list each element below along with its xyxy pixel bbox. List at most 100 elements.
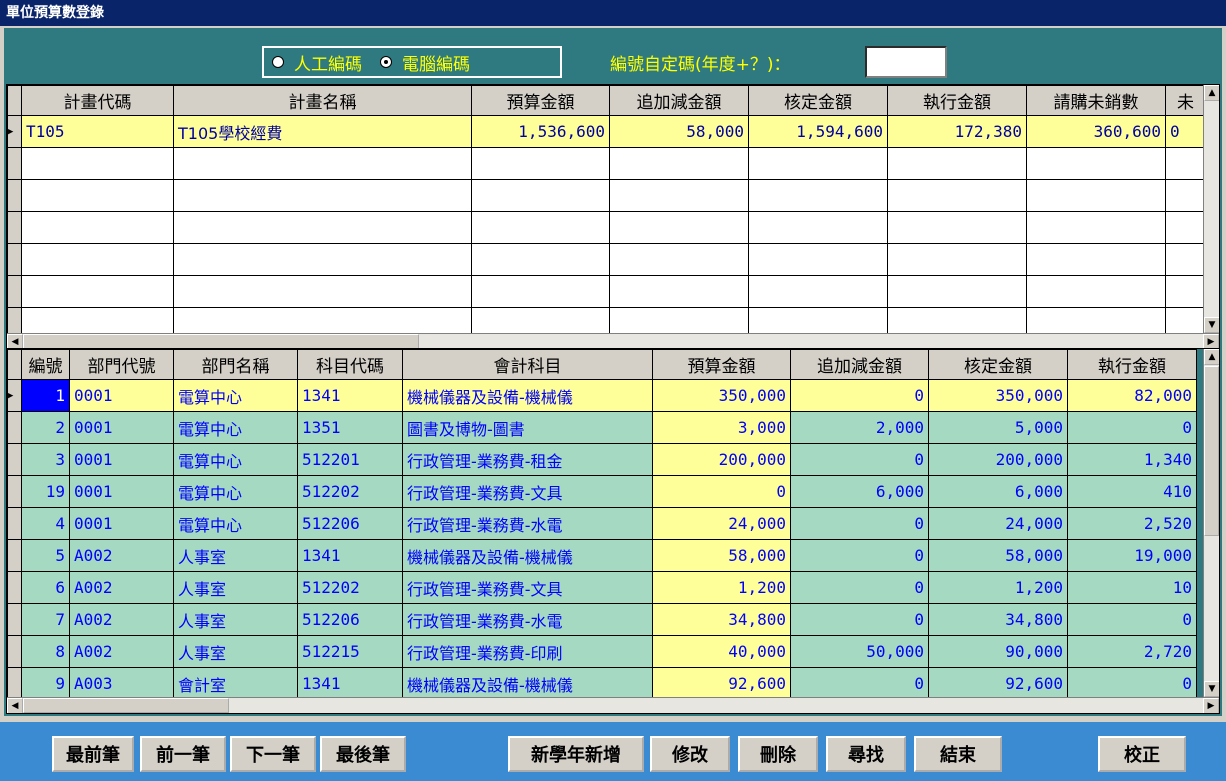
scroll-thumb[interactable] bbox=[23, 698, 229, 713]
cell-budget[interactable]: 92,600 bbox=[652, 667, 791, 700]
empty-row[interactable] bbox=[7, 275, 1206, 308]
scroll-down-icon[interactable]: ▼ bbox=[1204, 317, 1219, 333]
cell-adjustment[interactable]: 0 bbox=[790, 379, 929, 412]
cell-subject-code[interactable]: 1341 bbox=[297, 667, 403, 700]
cell-subject-code[interactable]: 512215 bbox=[297, 635, 403, 668]
cell-approved[interactable]: 58,000 bbox=[928, 539, 1068, 572]
cell-dept-code[interactable]: A002 bbox=[69, 539, 174, 572]
cell-dept-code[interactable]: 0001 bbox=[69, 443, 174, 476]
cell-budget[interactable]: 200,000 bbox=[652, 443, 791, 476]
col-plan-name[interactable]: 計畫名稱 bbox=[173, 85, 472, 116]
cell-budget[interactable]: 3,000 bbox=[652, 411, 791, 444]
cell-executed[interactable]: 2,720 bbox=[1067, 635, 1197, 668]
col-executed[interactable]: 執行金額 bbox=[887, 85, 1027, 116]
table-row[interactable]: ▶ 1 0001 電算中心 1341 機械儀器及設備-機械儀 350,000 0 350,000… bbox=[7, 379, 1197, 412]
cell-account[interactable]: 行政管理-業務費-租金 bbox=[402, 443, 653, 476]
cell-adjustment[interactable]: 0 bbox=[790, 603, 929, 636]
cell-account[interactable]: 機械儀器及設備-機械儀 bbox=[402, 667, 653, 700]
cell-approved[interactable]: 92,600 bbox=[928, 667, 1068, 700]
cell-approved[interactable]: 34,800 bbox=[928, 603, 1068, 636]
cell-plan-code[interactable]: T105 bbox=[21, 115, 174, 148]
col-serial[interactable]: 編號 bbox=[21, 349, 70, 380]
col-executed[interactable]: 執行金額 bbox=[1067, 349, 1197, 380]
cell-dept-code[interactable]: A003 bbox=[69, 667, 174, 700]
cell-budget[interactable]: 34,800 bbox=[652, 603, 791, 636]
cell-budget[interactable]: 350,000 bbox=[652, 379, 791, 412]
cell-dept-name[interactable]: 人事室 bbox=[173, 571, 298, 604]
plans-grid[interactable]: 計畫代碼 計畫名稱 預算金額 追加減金額 核定金額 執行金額 請購未銷數 未 ▶… bbox=[6, 84, 1220, 350]
detail-grid[interactable]: 編號 部門代號 部門名稱 科目代碼 會計科目 預算金額 追加減金額 核定金額 執… bbox=[6, 348, 1220, 714]
cell-account[interactable]: 機械儀器及設備-機械儀 bbox=[402, 539, 653, 572]
cell-budget[interactable]: 24,000 bbox=[652, 507, 791, 540]
cell-dept-code[interactable]: A002 bbox=[69, 571, 174, 604]
col-account[interactable]: 會計科目 bbox=[402, 349, 653, 380]
find-button[interactable]: 尋找 bbox=[826, 736, 906, 772]
radio-manual-dot[interactable] bbox=[272, 56, 284, 68]
cell-adjustment[interactable]: 2,000 bbox=[790, 411, 929, 444]
cell-serial[interactable]: 6 bbox=[21, 571, 70, 604]
col-approved[interactable]: 核定金額 bbox=[928, 349, 1068, 380]
scroll-down-icon[interactable]: ▼ bbox=[1204, 681, 1219, 697]
cell-adjustment[interactable]: 0 bbox=[790, 539, 929, 572]
scroll-thumb[interactable] bbox=[1204, 366, 1219, 536]
scroll-up-icon[interactable]: ▲ bbox=[1204, 349, 1219, 365]
cell-approved[interactable]: 350,000 bbox=[928, 379, 1068, 412]
cell-dept-name[interactable]: 電算中心 bbox=[173, 411, 298, 444]
cell-dept-name[interactable]: 電算中心 bbox=[173, 475, 298, 508]
cell-approved[interactable]: 1,200 bbox=[928, 571, 1068, 604]
cell-dept-name[interactable]: 人事室 bbox=[173, 635, 298, 668]
cell-adjustment[interactable]: 6,000 bbox=[790, 475, 929, 508]
cell-subject-code[interactable]: 512201 bbox=[297, 443, 403, 476]
col-dept-name[interactable]: 部門名稱 bbox=[173, 349, 298, 380]
cell-executed[interactable]: 172,380 bbox=[887, 115, 1027, 148]
cell-dept-name[interactable]: 電算中心 bbox=[173, 443, 298, 476]
cell-serial[interactable]: 1 bbox=[21, 379, 70, 412]
col-plan-code[interactable]: 計畫代碼 bbox=[21, 85, 174, 116]
cell-budget[interactable]: 0 bbox=[652, 475, 791, 508]
table-row[interactable]: 19 0001 電算中心 512202 行政管理-業務費-文具 0 6,000 6,000 41… bbox=[7, 475, 1197, 508]
col-unsettled[interactable]: 未 bbox=[1165, 85, 1206, 116]
col-adjustment[interactable]: 追加減金額 bbox=[790, 349, 929, 380]
table-row[interactable]: 7 A002 人事室 512206 行政管理-業務費-水電 34,800 0 34,800 0 bbox=[7, 603, 1197, 636]
scroll-right-icon[interactable]: ▶ bbox=[1203, 698, 1219, 713]
cell-dept-name[interactable]: 人事室 bbox=[173, 603, 298, 636]
cell-pending[interactable]: 360,600 bbox=[1026, 115, 1166, 148]
cell-serial[interactable]: 7 bbox=[21, 603, 70, 636]
radio-computer-dot[interactable] bbox=[380, 56, 392, 68]
col-pending[interactable]: 請購未銷數 bbox=[1026, 85, 1166, 116]
cell-budget[interactable]: 58,000 bbox=[652, 539, 791, 572]
cell-subject-code[interactable]: 512206 bbox=[297, 507, 403, 540]
cell-account[interactable]: 行政管理-業務費-印刷 bbox=[402, 635, 653, 668]
cell-approved[interactable]: 5,000 bbox=[928, 411, 1068, 444]
delete-button[interactable]: 刪除 bbox=[738, 736, 818, 772]
cell-adjustment[interactable]: 0 bbox=[790, 507, 929, 540]
col-budget[interactable]: 預算金額 bbox=[471, 85, 610, 116]
cell-executed[interactable]: 410 bbox=[1067, 475, 1197, 508]
cell-dept-name[interactable]: 人事室 bbox=[173, 539, 298, 572]
cell-subject-code[interactable]: 1351 bbox=[297, 411, 403, 444]
table-row[interactable]: ▶ T105 T105學校經費 1,536,600 58,000 1,594,6… bbox=[7, 115, 1206, 148]
cell-serial[interactable]: 19 bbox=[21, 475, 70, 508]
cell-executed[interactable]: 2,520 bbox=[1067, 507, 1197, 540]
cell-executed[interactable]: 19,000 bbox=[1067, 539, 1197, 572]
cell-serial[interactable]: 4 bbox=[21, 507, 70, 540]
table-row[interactable]: 9 A003 會計室 1341 機械儀器及設備-機械儀 92,600 0 92,600 0 bbox=[7, 667, 1197, 700]
cell-approved[interactable]: 200,000 bbox=[928, 443, 1068, 476]
cell-account[interactable]: 行政管理-業務費-文具 bbox=[402, 475, 653, 508]
table-row[interactable]: 6 A002 人事室 512202 行政管理-業務費-文具 1,200 0 1,200 10 bbox=[7, 571, 1197, 604]
plans-horizontal-scrollbar[interactable]: ◀ ▶ bbox=[7, 333, 1219, 349]
cell-dept-code[interactable]: 0001 bbox=[69, 475, 174, 508]
cell-executed[interactable]: 0 bbox=[1067, 603, 1197, 636]
table-row[interactable]: 8 A002 人事室 512215 行政管理-業務費-印刷 40,000 50,000 90,… bbox=[7, 635, 1197, 668]
cell-budget[interactable]: 40,000 bbox=[652, 635, 791, 668]
scroll-up-icon[interactable]: ▲ bbox=[1204, 85, 1219, 101]
cell-adjustment[interactable]: 0 bbox=[790, 443, 929, 476]
first-record-button[interactable]: 最前筆 bbox=[52, 736, 134, 772]
col-adjustment[interactable]: 追加減金額 bbox=[609, 85, 749, 116]
cell-dept-name[interactable]: 會計室 bbox=[173, 667, 298, 700]
cell-adjustment[interactable]: 0 bbox=[790, 571, 929, 604]
cell-subject-code[interactable]: 512206 bbox=[297, 603, 403, 636]
cell-approved[interactable]: 1,594,600 bbox=[748, 115, 888, 148]
scroll-thumb[interactable] bbox=[23, 334, 419, 349]
cell-approved[interactable]: 24,000 bbox=[928, 507, 1068, 540]
